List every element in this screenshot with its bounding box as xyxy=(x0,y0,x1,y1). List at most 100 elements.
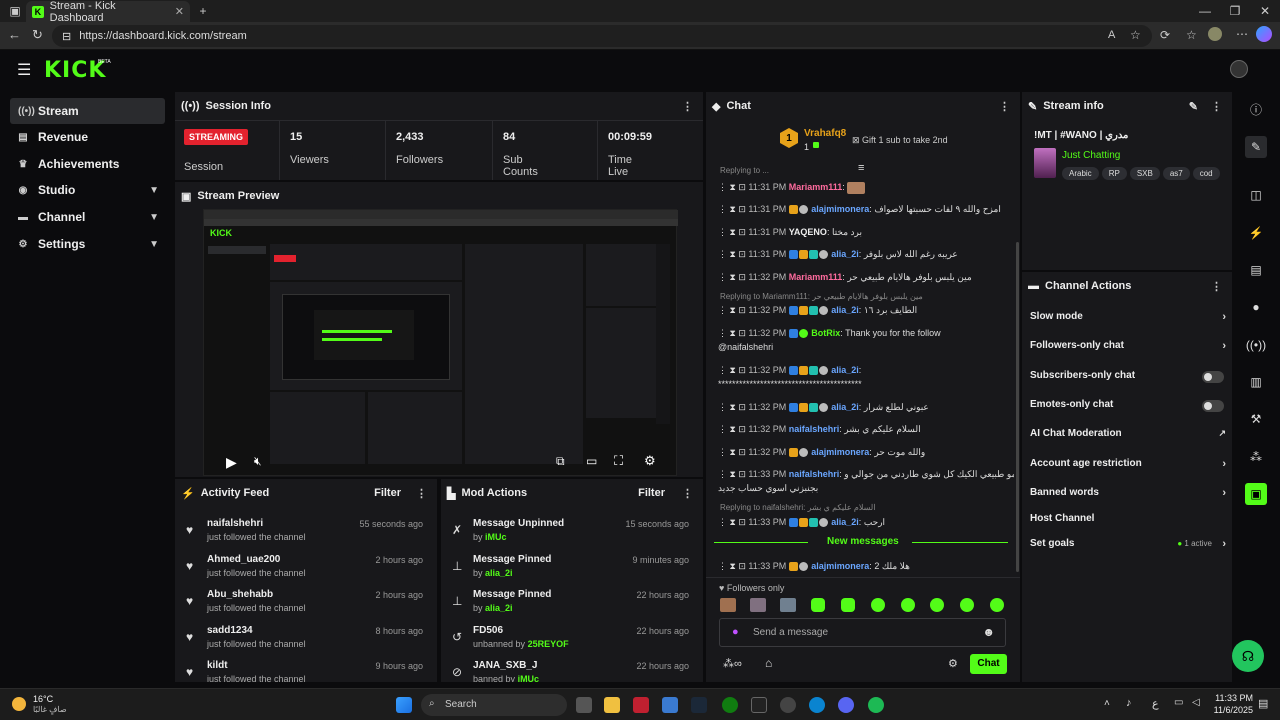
tag[interactable]: RP xyxy=(1101,167,1127,180)
feed-user[interactable]: kildt xyxy=(207,660,228,671)
subscribers-only-toggle[interactable] xyxy=(1202,371,1224,383)
chat-username[interactable]: Mariamm111 xyxy=(789,272,843,282)
emote[interactable] xyxy=(811,598,825,612)
support-headset-icon[interactable]: ☊ xyxy=(1232,640,1264,672)
user-avatar[interactable] xyxy=(1230,60,1248,78)
theater-mode-icon[interactable]: ▭ xyxy=(586,454,597,468)
gift-cta[interactable]: ⊠ Gift 1 sub to take 2nd xyxy=(852,135,948,146)
read-aloud-icon[interactable]: A xyxy=(1108,29,1115,41)
points-icon[interactable]: ⁂∞ xyxy=(723,657,742,670)
network-icon[interactable]: ⁂ xyxy=(1245,446,1267,468)
clock-time[interactable]: 11:33 PM xyxy=(1205,693,1253,703)
chat-username[interactable]: naifalshehri xyxy=(789,469,840,479)
emote[interactable] xyxy=(930,598,944,612)
chat-icon[interactable]: ● xyxy=(1245,296,1267,318)
more-options-icon[interactable]: ⋮ xyxy=(416,487,427,500)
favorite-star-icon[interactable]: ☆ xyxy=(1130,28,1141,42)
settings-gear-icon[interactable]: ⚙ xyxy=(644,453,656,469)
browser-tab[interactable]: K Stream - Kick Dashboard ✕ xyxy=(26,0,190,24)
edge-browser-icon[interactable] xyxy=(809,697,825,713)
back-icon[interactable]: ← xyxy=(8,27,21,42)
store-icon[interactable]: ⌂ xyxy=(765,656,772,670)
filter-button[interactable]: Filter xyxy=(374,487,401,499)
steam-icon[interactable] xyxy=(691,697,707,713)
tag[interactable]: SXB xyxy=(1129,167,1160,180)
store-app-icon[interactable] xyxy=(662,697,678,713)
file-explorer-icon[interactable] xyxy=(604,697,620,713)
tag[interactable]: as7 xyxy=(1162,167,1190,180)
refresh-icon[interactable]: ↻ xyxy=(32,27,43,43)
slow-mode-row[interactable]: Slow mode › xyxy=(1030,311,1226,329)
minimize-icon[interactable]: — xyxy=(1190,0,1220,22)
emote[interactable] xyxy=(871,598,885,612)
category-thumbnail[interactable] xyxy=(1034,148,1056,178)
lightning-icon[interactable]: ⚡ xyxy=(1245,222,1267,244)
chat-username[interactable]: alia_2i xyxy=(831,249,859,259)
send-chat-button[interactable]: Chat xyxy=(970,654,1007,674)
more-options-icon[interactable]: ⋮ xyxy=(1211,100,1222,113)
tray-chevron-icon[interactable]: ˄ xyxy=(1104,698,1110,709)
feed-user[interactable]: sadd1234 xyxy=(207,625,253,636)
sidebar-item-achievements[interactable]: ♛ Achievements xyxy=(10,151,165,177)
more-options-icon[interactable]: ⋮ xyxy=(682,487,693,500)
app-icon[interactable] xyxy=(780,697,796,713)
weather-icon[interactable] xyxy=(12,697,26,711)
discord-icon[interactable] xyxy=(838,697,854,713)
feed-user[interactable]: naifalshehri xyxy=(207,518,263,529)
tag[interactable]: cod xyxy=(1192,167,1220,180)
windows-start-icon[interactable] xyxy=(396,697,412,713)
followers-only-row[interactable]: Followers-only chat › xyxy=(1030,340,1226,358)
pencil-icon[interactable]: ✎ xyxy=(1245,136,1267,158)
more-options-icon[interactable]: ⋮ xyxy=(999,100,1010,113)
chat-scrollbar[interactable] xyxy=(1016,242,1019,572)
feed-user[interactable]: Abu_shehabb xyxy=(207,589,273,600)
more-options-icon[interactable]: ⋮ xyxy=(682,100,693,113)
clock-date[interactable]: 11/6/2025 xyxy=(1205,705,1253,715)
volume-icon[interactable]: ◁ xyxy=(1192,697,1200,708)
chat-username[interactable]: alia_2i xyxy=(831,517,859,527)
extensions-icon[interactable]: ⟳ xyxy=(1160,28,1170,42)
category-link[interactable]: Just Chatting xyxy=(1062,150,1120,161)
favorites-icon[interactable]: ☆ xyxy=(1186,28,1197,42)
emote[interactable] xyxy=(780,598,796,612)
emotes-only-toggle[interactable] xyxy=(1202,400,1224,412)
profile-avatar[interactable] xyxy=(1208,27,1222,41)
chat-username[interactable]: YAQENO xyxy=(789,227,827,237)
top-gifter-name[interactable]: Vrahafq8 xyxy=(804,128,846,139)
feed-user[interactable]: Ahmed_uae200 xyxy=(207,554,280,565)
epic-games-icon[interactable] xyxy=(751,697,767,713)
pinned-toggle-icon[interactable]: ≡ xyxy=(858,162,864,174)
emoji-icon[interactable]: ☻ xyxy=(982,625,995,639)
network-tray-icon[interactable]: ▭ xyxy=(1174,697,1183,708)
more-options-icon[interactable]: ⋮ xyxy=(1211,280,1222,293)
close-window-icon[interactable]: ✕ xyxy=(1250,0,1280,22)
filter-button[interactable]: Filter xyxy=(638,487,665,499)
cards-icon[interactable]: ▥ xyxy=(1245,371,1267,393)
close-tab-icon[interactable]: ✕ xyxy=(175,5,184,18)
chat-input[interactable]: ● Send a message ☻ xyxy=(719,618,1006,647)
sidebar-item-channel[interactable]: ▬ Channel ▼ xyxy=(10,204,165,230)
sidebar-item-stream[interactable]: ((•)) Stream xyxy=(10,98,165,124)
maximize-icon[interactable]: ❐ xyxy=(1220,0,1250,22)
broadcast-icon[interactable]: ((•)) xyxy=(1245,334,1267,356)
emote[interactable] xyxy=(841,598,855,612)
ai-moderation-row[interactable]: AI Chat Moderation ↗ xyxy=(1030,428,1226,446)
amd-icon[interactable] xyxy=(633,697,649,713)
spotify-icon[interactable] xyxy=(868,697,884,713)
document-icon[interactable]: ▤ xyxy=(1245,259,1267,281)
language-indicator[interactable]: ع xyxy=(1152,697,1159,710)
chat-username[interactable]: alajmimonera xyxy=(811,447,869,457)
chat-username[interactable]: BotRix xyxy=(811,328,840,338)
chat-username[interactable]: alia_2i xyxy=(831,365,859,375)
host-channel-row[interactable]: Host Channel xyxy=(1030,513,1226,531)
microphone-tray-icon[interactable]: ♪ xyxy=(1126,697,1132,709)
emote[interactable] xyxy=(990,598,1004,612)
sidebar-item-revenue[interactable]: ▤ Revenue xyxy=(10,124,165,150)
microphone-icon[interactable]: ● xyxy=(732,626,739,638)
sidebar-item-studio[interactable]: ◉ Studio ▼ xyxy=(10,177,165,203)
hamburger-menu-icon[interactable]: ☰ xyxy=(17,60,31,80)
sidebar-item-settings[interactable]: ⚙ Settings ▼ xyxy=(10,231,165,257)
mod-view-icon[interactable]: ◫ xyxy=(1245,184,1267,206)
emote[interactable] xyxy=(901,598,915,612)
chat-username[interactable]: alia_2i xyxy=(831,402,859,412)
